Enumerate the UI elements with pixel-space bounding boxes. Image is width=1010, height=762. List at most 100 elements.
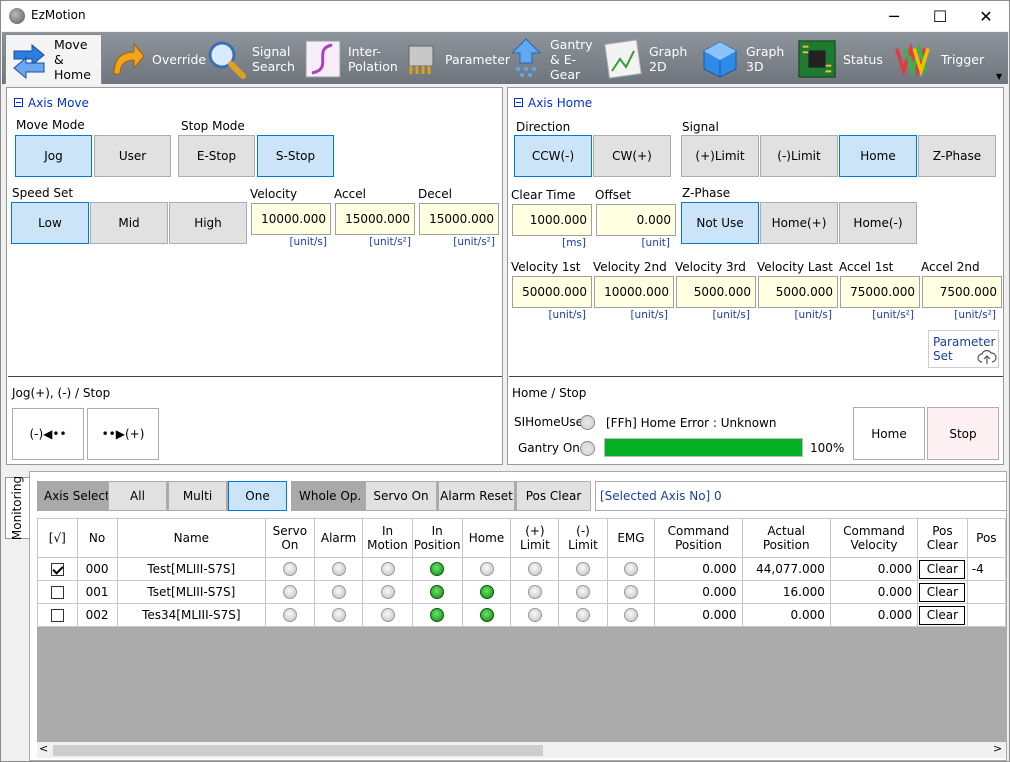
scroll-right-icon[interactable]: > bbox=[993, 742, 1002, 755]
axis-no: 002 bbox=[76, 603, 118, 627]
user-button[interactable]: User bbox=[94, 135, 171, 177]
acc2-field[interactable]: 7500.000 bbox=[922, 276, 1002, 308]
column-header[interactable]: Home bbox=[461, 518, 512, 558]
column-header[interactable]: In Motion bbox=[362, 518, 413, 558]
jog-button[interactable]: Jog bbox=[15, 135, 92, 177]
column-header[interactable]: Pos bbox=[966, 518, 1006, 558]
column-header[interactable]: Command Position bbox=[654, 518, 743, 558]
column-header[interactable]: Servo On bbox=[265, 518, 315, 558]
multi-button[interactable]: Multi bbox=[168, 481, 227, 511]
column-header[interactable]: In Position bbox=[411, 518, 463, 558]
horizontal-scrollbar[interactable]: < > bbox=[37, 742, 1006, 758]
vel3-field[interactable]: 5000.000 bbox=[676, 276, 756, 308]
column-header[interactable]: (-) Limit bbox=[558, 518, 608, 558]
column-header[interactable]: No bbox=[76, 518, 118, 558]
alarm-cell bbox=[313, 557, 364, 581]
column-header[interactable]: Pos Clear bbox=[917, 518, 968, 558]
table-row[interactable]: 000 Test[MLIII-S7S] 0.000 44,077.000 0.000 Cl… bbox=[37, 557, 1006, 581]
column-header-line1: Servo bbox=[272, 524, 308, 538]
close-button[interactable]: ✕ bbox=[963, 1, 1009, 31]
acc1-field[interactable]: 75000.000 bbox=[840, 276, 920, 308]
table-row[interactable]: 001 Tset[MLIII-S7S] 0.000 16.000 0.000 Clear bbox=[37, 580, 1006, 604]
parameter-set-button[interactable]: Parameter Set bbox=[928, 330, 999, 368]
row-clear-button[interactable]: Clear bbox=[919, 605, 966, 625]
vellast-field[interactable]: 5000.000 bbox=[758, 276, 838, 308]
tab-signal-search[interactable]: Signal Search bbox=[206, 35, 298, 83]
sstop-button[interactable]: S-Stop bbox=[257, 135, 334, 177]
all-button[interactable]: All bbox=[108, 481, 167, 511]
tab-signal-line1: Signal bbox=[252, 44, 291, 59]
row-checkbox[interactable] bbox=[50, 609, 64, 622]
row-clear-button[interactable]: Clear bbox=[919, 559, 966, 579]
scroll-thumb[interactable] bbox=[53, 745, 543, 756]
column-header[interactable]: Name bbox=[116, 518, 267, 558]
plus-limit-button[interactable]: (+)Limit bbox=[681, 135, 759, 177]
minus-limit-button[interactable]: (-)Limit bbox=[760, 135, 838, 177]
home-button[interactable]: Home bbox=[853, 407, 925, 460]
tab-graph3d[interactable]: Graph 3D bbox=[700, 35, 792, 83]
minimize-button[interactable]: ─ bbox=[871, 1, 917, 31]
home-minus-button[interactable]: Home(-) bbox=[839, 202, 917, 244]
vel1-field[interactable]: 50000.000 bbox=[512, 276, 592, 308]
row-checkbox-cell[interactable] bbox=[37, 580, 78, 604]
row-clear-button[interactable]: Clear bbox=[919, 582, 966, 602]
jog-plus-button[interactable]: ••▶(+) bbox=[87, 408, 159, 460]
clear-time-field[interactable]: 1000.000 bbox=[512, 204, 592, 236]
tab-trigger[interactable]: Trigger bbox=[895, 35, 995, 83]
tab-trigger-label: Trigger bbox=[941, 51, 985, 67]
estop-button[interactable]: E-Stop bbox=[178, 135, 255, 177]
sihomeuse-indicator[interactable] bbox=[580, 415, 595, 430]
accel-field[interactable]: 15000.000 bbox=[335, 203, 415, 235]
column-header[interactable]: Actual Position bbox=[741, 518, 831, 558]
velocity-field[interactable]: 10000.000 bbox=[251, 203, 331, 235]
high-button[interactable]: High bbox=[169, 202, 247, 244]
scroll-left-icon[interactable]: < bbox=[39, 742, 48, 755]
zphase-signal-button[interactable]: Z-Phase bbox=[918, 135, 996, 177]
tab-parameter[interactable]: Parameter bbox=[401, 35, 510, 83]
mid-button[interactable]: Mid bbox=[90, 202, 168, 244]
cw-button[interactable]: CW(+) bbox=[593, 135, 671, 177]
row-checkbox[interactable] bbox=[50, 563, 64, 576]
column-header[interactable]: [√] bbox=[37, 518, 78, 558]
toolbar-scroll-down-icon[interactable]: ▼ bbox=[996, 72, 1002, 81]
home-plus-button[interactable]: Home(+) bbox=[760, 202, 838, 244]
tab-status[interactable]: Status bbox=[797, 35, 889, 83]
tab-interpolation[interactable]: Inter- Polation bbox=[304, 35, 398, 83]
pos-clear-button[interactable]: Pos Clear bbox=[516, 481, 591, 511]
tab-gantry[interactable]: Gantry & E-Gear bbox=[508, 35, 600, 83]
column-header[interactable]: EMG bbox=[606, 518, 656, 558]
alarm-reset-button[interactable]: Alarm Reset bbox=[438, 481, 515, 511]
not-use-button[interactable]: Not Use bbox=[681, 202, 759, 244]
maximize-button[interactable]: ☐ bbox=[917, 1, 963, 31]
row-checkbox-cell[interactable] bbox=[37, 557, 78, 581]
tab-graph2d[interactable]: Graph 2D bbox=[603, 35, 695, 83]
column-header-line2: Position bbox=[762, 538, 810, 552]
decel-field[interactable]: 15000.000 bbox=[419, 203, 499, 235]
offset-field[interactable]: 0.000 bbox=[596, 204, 676, 236]
collapse-icon[interactable] bbox=[14, 98, 23, 107]
row-checkbox-cell[interactable] bbox=[37, 603, 78, 627]
table-row[interactable]: 002 Tes34[MLIII-S7S] 0.000 0.000 0.000 Clear bbox=[37, 603, 1006, 627]
offset-unit: [unit] bbox=[641, 237, 670, 249]
column-header[interactable]: Command Velocity bbox=[829, 518, 919, 558]
one-button[interactable]: One bbox=[228, 481, 287, 511]
ccw-button[interactable]: CCW(-) bbox=[514, 135, 592, 177]
command-velocity: 0.000 bbox=[829, 580, 919, 604]
column-header[interactable]: (+) Limit bbox=[510, 518, 560, 558]
low-button[interactable]: Low bbox=[11, 202, 89, 244]
jog-minus-button[interactable]: (-)◀•• bbox=[12, 408, 84, 460]
servo-on-button[interactable]: Servo On bbox=[365, 481, 437, 511]
tab-override[interactable]: Override bbox=[108, 35, 206, 83]
main-window: EzMotion ─ ☐ ✕ Move & Home Override Signa… bbox=[0, 0, 1010, 762]
home-signal-button[interactable]: Home bbox=[839, 135, 917, 177]
axis-name: Test[MLIII-S7S] bbox=[116, 557, 267, 581]
vel2-field[interactable]: 10000.000 bbox=[594, 276, 674, 308]
gantry-on-indicator[interactable] bbox=[580, 441, 595, 456]
stop-button[interactable]: Stop bbox=[927, 407, 999, 460]
tab-move-home[interactable]: Move & Home bbox=[5, 34, 102, 84]
column-header[interactable]: Alarm bbox=[313, 518, 364, 558]
row-checkbox[interactable] bbox=[50, 586, 64, 599]
column-header-line2: Position bbox=[675, 538, 722, 552]
collapse-icon[interactable] bbox=[514, 98, 523, 107]
tab-monitoring[interactable]: Monitoring bbox=[5, 476, 29, 540]
